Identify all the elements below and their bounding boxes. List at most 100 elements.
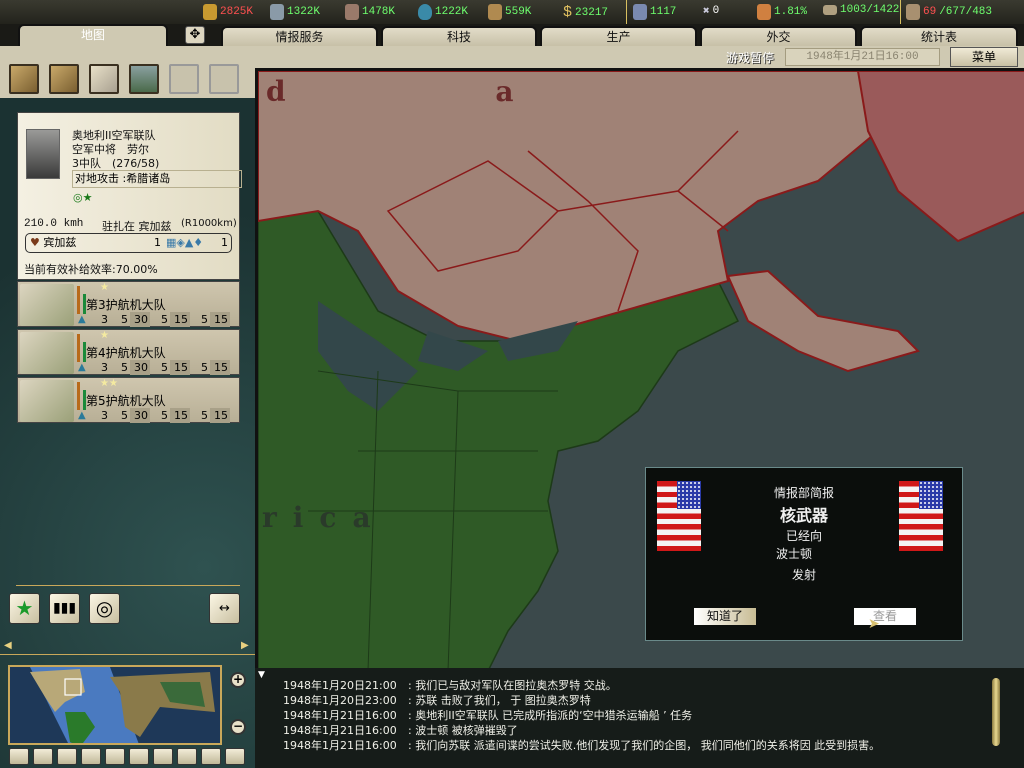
scroll-left-icon[interactable]: ◀: [4, 640, 12, 651]
log-scrollbar[interactable]: [992, 678, 1000, 746]
log-text: 奥地利II空军联队 已完成所指派的‘空中猎杀运输船 ’ 任务: [415, 709, 693, 722]
dissent-resource: 1.81%: [757, 4, 807, 20]
oil-drop-icon: [418, 4, 432, 20]
transfer-icon[interactable]: ↔: [209, 593, 240, 624]
theater-mapmode-icon[interactable]: [177, 748, 197, 765]
log-date: 1948年1月21日16:00: [283, 709, 397, 722]
weather-mapmode-icon[interactable]: [57, 748, 77, 765]
metal-icon: [270, 4, 284, 20]
diplomacy-mapmode-icon[interactable]: [201, 748, 221, 765]
move-icon[interactable]: ✥: [185, 26, 205, 44]
supply-mapmode-icon[interactable]: [129, 748, 149, 765]
zoom-in-icon[interactable]: +: [230, 672, 246, 688]
dialog-line: 已经向: [785, 529, 822, 543]
mission-field[interactable]: 对地攻击 :希腊诸岛: [72, 170, 242, 188]
manpower-icon: [633, 4, 647, 20]
explosion-filter-icon[interactable]: [169, 64, 199, 94]
target-icon[interactable]: ◎: [89, 593, 120, 624]
air-filter-icon[interactable]: [89, 64, 119, 94]
star-icon[interactable]: ★: [9, 593, 40, 624]
unit-speed: 210.0 kmh: [24, 218, 84, 230]
stat: 3: [101, 361, 108, 374]
log-entry: 1948年1月20日23:00: 苏联 击败了我们， 于 图拉奥杰罗特: [283, 694, 591, 707]
aircraft-icon: [20, 380, 74, 422]
dialog-line: 发射: [791, 568, 816, 582]
ic-resource: 69/677/483: [906, 4, 992, 20]
menu-button[interactable]: 菜单: [950, 47, 1018, 67]
navy-filter-icon[interactable]: [129, 64, 159, 94]
unit-type-toolbar: [0, 60, 255, 98]
oil-resource: 1222K: [418, 4, 468, 20]
stat: 3: [101, 409, 108, 422]
divider: [900, 0, 901, 24]
pause-status: 游戏暂停: [726, 51, 775, 65]
economy-mapmode-icon[interactable]: [81, 748, 101, 765]
experience-stars: ★: [100, 330, 109, 341]
log-entry: 1948年1月20日21:00: 我们已与敌对军队在图拉奥杰罗特 交战。: [283, 679, 617, 692]
political-mapmode-icon[interactable]: [33, 748, 53, 765]
tab-tech[interactable]: 科技: [381, 26, 537, 48]
tab-stats[interactable]: 统计表: [860, 26, 1018, 48]
tab-production[interactable]: 生产: [540, 26, 697, 48]
squadron-stats: 3 5 30 5 15 5 15: [90, 360, 230, 375]
stat: 5: [121, 313, 128, 326]
view-button[interactable]: 查看: [854, 608, 916, 625]
alliance-mapmode-icon[interactable]: [225, 748, 245, 765]
log-entry: 1948年1月21日16:00: 我们向苏联 派遣间谍的尝试失败.他们发现了我们…: [283, 739, 881, 752]
resource-mapmode-icon[interactable]: [105, 748, 125, 765]
nukes-resource: ✖ 0: [703, 5, 720, 18]
aircraft-icon: [20, 284, 74, 326]
supply-efficiency: 当前有效补给效率:70.00%: [24, 263, 158, 276]
stat: 15: [210, 360, 230, 375]
tab-map[interactable]: 地图: [18, 24, 168, 48]
squadron-name: 第4护航机大队: [86, 346, 166, 360]
rare-materials-icon: [345, 4, 359, 20]
minimap-world: [30, 667, 215, 743]
stat: 5: [201, 313, 208, 326]
base-field[interactable]: ♥ 宾加兹 1 ▦◈▲♦ 1: [25, 233, 232, 253]
stat: 30: [130, 312, 150, 327]
scroll-right-icon[interactable]: ▶: [241, 640, 249, 651]
log-date: 1948年1月21日16:00: [283, 739, 397, 752]
collapse-log-icon[interactable]: ▼: [258, 670, 265, 680]
supplies-crate-icon: [488, 4, 502, 20]
log-entry: 1948年1月21日16:00: 波士顿 被核弹摧毁了: [283, 724, 518, 737]
stat: 15: [170, 360, 190, 375]
army-filter-icon[interactable]: [9, 64, 39, 94]
metal-resource: 1322K: [270, 4, 320, 20]
base-name: 宾加兹: [43, 236, 77, 249]
rare-materials-resource: 1478K: [345, 4, 395, 20]
experience-stars: ★★: [100, 378, 118, 389]
aircraft-icon: [20, 332, 74, 374]
terrain-mapmode-icon[interactable]: [9, 748, 29, 765]
stat: 3: [101, 313, 108, 326]
tab-intel[interactable]: 情报服务: [221, 26, 378, 48]
squadron-item[interactable]: ★★ 第5护航机大队 ▲ 3 5 30 5 15 5 15: [17, 377, 240, 423]
region-mapmode-icon[interactable]: [153, 748, 173, 765]
tank-filter-icon[interactable]: [49, 64, 79, 94]
manpower-resource: 1117: [633, 4, 676, 20]
strength-bar: [77, 334, 80, 362]
fuel-icon: ▲: [78, 314, 86, 325]
tab-diplomacy[interactable]: 外交: [700, 26, 857, 48]
supplies-resource: 559K: [488, 4, 531, 20]
unit-range: (R1000km): [181, 218, 237, 229]
split-unit-icon[interactable]: ▮▮▮: [49, 593, 80, 624]
divider: [16, 585, 240, 586]
stat: 15: [170, 312, 190, 327]
fuel-icon: ▲: [78, 362, 86, 373]
log-date: 1948年1月20日21:00: [283, 679, 397, 692]
minimap[interactable]: [8, 665, 222, 745]
mouse-cursor-icon: ➤: [868, 616, 880, 632]
zoom-out-icon[interactable]: −: [230, 719, 246, 735]
factory-icon: [906, 4, 920, 20]
energy-icon: [203, 4, 217, 20]
transport-filter-icon[interactable]: [209, 64, 239, 94]
dialog-line: 波士顿: [775, 547, 812, 561]
divider: [626, 0, 627, 24]
acknowledge-button[interactable]: 知道了: [694, 608, 756, 625]
stat: 30: [130, 408, 150, 423]
squadron-item[interactable]: ★ 第3护航机大队 ▲ 3 5 30 5 15 5 15: [17, 281, 240, 327]
base-count-left: 1: [154, 236, 161, 249]
squadron-item[interactable]: ★ 第4护航机大队 ▲ 3 5 30 5 15 5 15: [17, 329, 240, 375]
